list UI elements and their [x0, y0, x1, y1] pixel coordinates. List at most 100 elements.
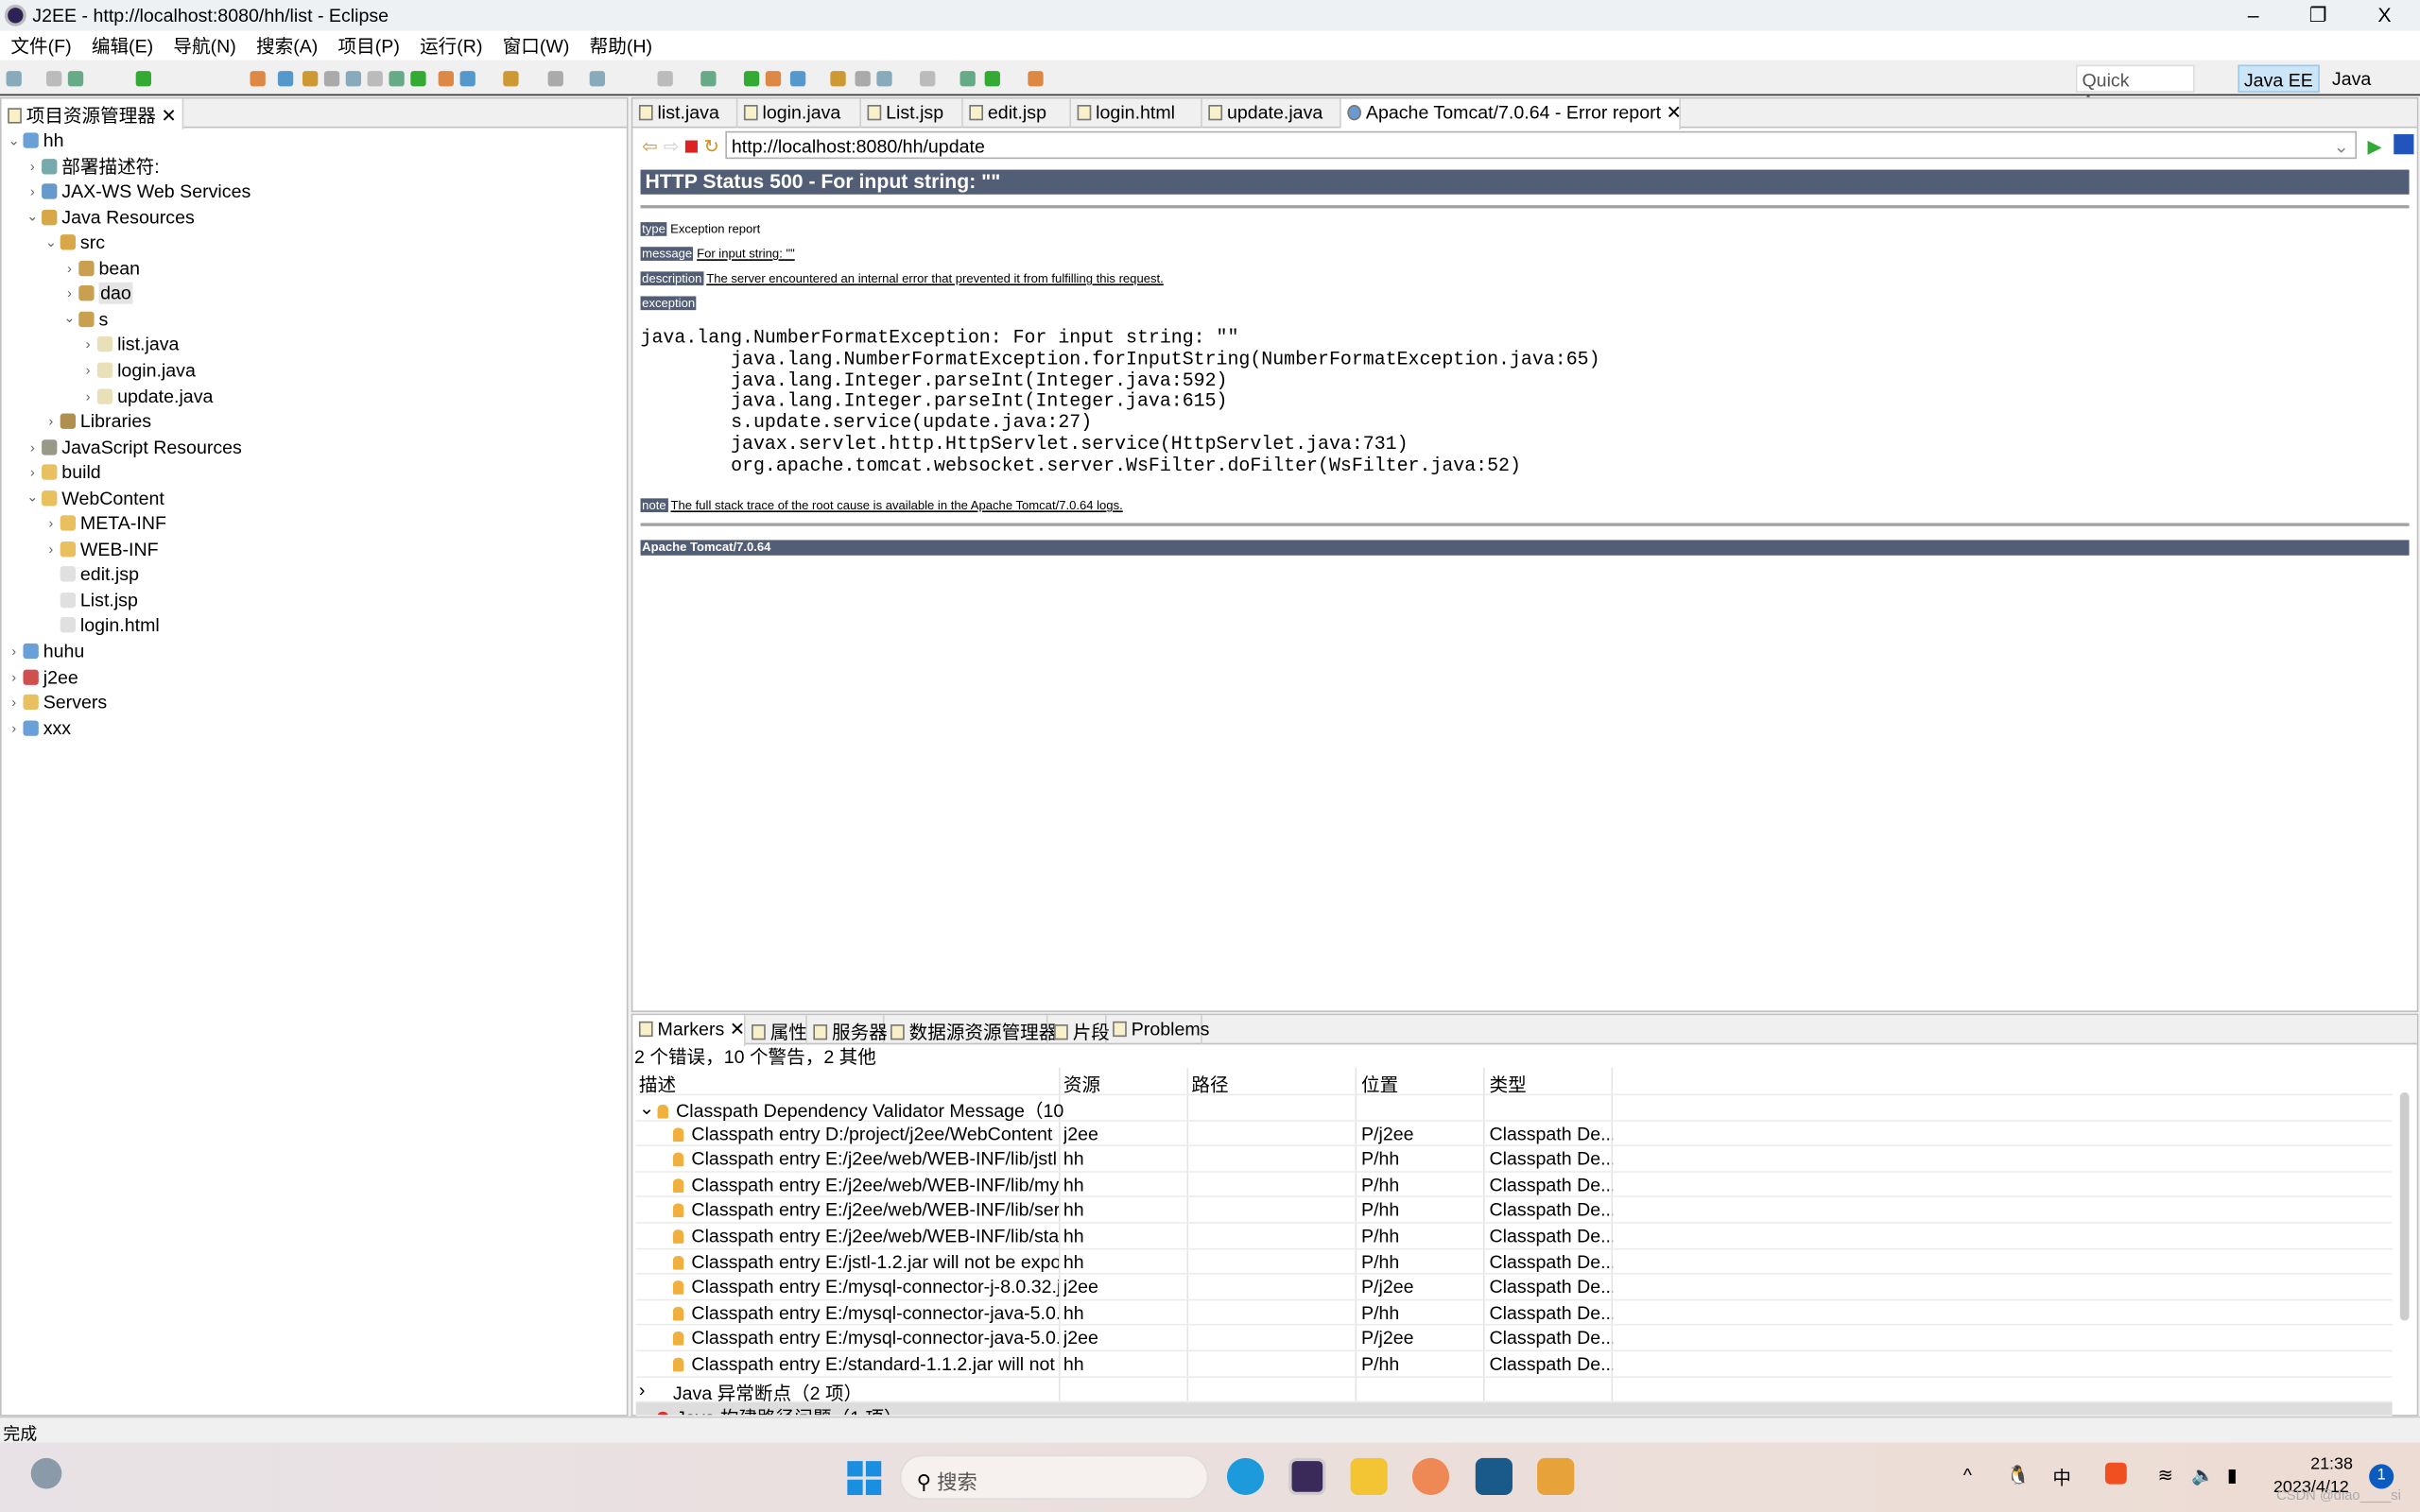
markers-tab[interactable]: 片段	[1048, 1015, 1110, 1045]
tree-item[interactable]: ⌄ src	[42, 231, 105, 255]
markers-tab[interactable]: Problems	[1107, 1015, 1209, 1045]
chevron-right-icon[interactable]: ›	[5, 644, 24, 659]
browser-icon[interactable]	[2394, 134, 2414, 155]
back-icon[interactable]: ⇦	[642, 136, 657, 158]
menu-item[interactable]: 运行(R)	[420, 32, 482, 59]
chevron-down-icon[interactable]: ⌄	[5, 132, 24, 149]
chevron-right-icon[interactable]: ›	[78, 337, 97, 352]
toolbar-icon[interactable]	[984, 71, 1000, 87]
toolbar-icon[interactable]	[389, 71, 405, 87]
markers-tab[interactable]: 数据源资源管理器	[885, 1015, 1057, 1045]
refresh-icon[interactable]: ↻	[703, 136, 718, 158]
tab-project-explorer[interactable]: 项目资源管理器 ✕	[1, 98, 184, 130]
toolbar-icon[interactable]	[135, 71, 151, 87]
toolbar-icon[interactable]	[589, 71, 605, 87]
quick-access-input[interactable]: Quick Access	[2075, 64, 2195, 112]
chevron-down-icon[interactable]: ⌄	[23, 209, 42, 226]
table-row[interactable]: Classpath entry E:/j2ee/web/WEB-INF/lib/…	[635, 1172, 2393, 1198]
table-row[interactable]: Classpath entry E:/j2ee/web/WEB-INF/lib/…	[635, 1146, 2393, 1173]
menu-item[interactable]: 窗口(W)	[503, 32, 570, 59]
tree-item[interactable]: login.html	[42, 613, 160, 638]
chevron-right-icon[interactable]: ›	[42, 414, 60, 429]
tree-item[interactable]: ⌄ WebContent	[23, 486, 164, 510]
table-row[interactable]: Classpath entry E:/standard-1.1.2.jar wi…	[635, 1351, 2393, 1378]
column-header[interactable]: 资源	[1063, 1071, 1100, 1097]
menu-item[interactable]: 帮助(H)	[590, 32, 652, 59]
toolbar-icon[interactable]	[765, 71, 782, 87]
sogou-icon[interactable]	[2104, 1462, 2127, 1485]
tree-item[interactable]: › 部署描述符:	[23, 154, 160, 179]
go-icon[interactable]: ▶	[2367, 136, 2381, 158]
chevron-right-icon[interactable]: ›	[60, 261, 79, 276]
volume-icon[interactable]: 🔈	[2191, 1464, 2214, 1486]
chevron-down-icon[interactable]: ⌄	[42, 234, 60, 251]
editor-tab[interactable]: Apache Tomcat/7.0.64 - Error report ✕	[1340, 98, 1682, 130]
toolbar-icon[interactable]	[830, 71, 846, 87]
chevron-right-icon[interactable]: ›	[639, 1379, 646, 1400]
chevron-right-icon[interactable]: ›	[78, 363, 97, 378]
toolbar-icon[interactable]	[876, 71, 892, 87]
toolbar-icon[interactable]	[503, 71, 519, 87]
menu-item[interactable]: 导航(N)	[173, 32, 235, 59]
toolbar-icon[interactable]	[367, 71, 383, 87]
chevron-right-icon[interactable]: ›	[23, 439, 42, 455]
chevron-right-icon[interactable]: ›	[78, 388, 97, 404]
toolbar-icon[interactable]	[410, 71, 426, 87]
perspective-java-ee[interactable]: Java EE	[2238, 64, 2320, 93]
table-row[interactable]: Classpath entry D:/project/j2ee/WebConte…	[635, 1121, 2393, 1147]
column-header[interactable]: 描述	[639, 1071, 676, 1097]
column-header[interactable]: 位置	[1361, 1071, 1398, 1097]
toolbar-icon[interactable]	[743, 71, 760, 87]
toolbar-icon[interactable]	[789, 71, 806, 87]
app-icon[interactable]	[1475, 1457, 1512, 1496]
url-input[interactable]: http://localhost:8080/hh/update ⌄	[725, 130, 2358, 160]
tree-item[interactable]: › bean	[60, 256, 140, 281]
edge-icon[interactable]	[1226, 1457, 1265, 1496]
chevron-right-icon[interactable]: ›	[5, 669, 24, 684]
menu-item[interactable]: 项目(P)	[338, 32, 400, 59]
chrome-icon[interactable]	[1411, 1457, 1450, 1496]
toolbar-icon[interactable]	[277, 71, 294, 87]
chevron-right-icon[interactable]: ›	[5, 695, 24, 710]
toolbar-icon[interactable]	[547, 71, 563, 87]
perspective-java[interactable]: Java	[2327, 65, 2376, 93]
scrollbar[interactable]	[2399, 1091, 2410, 1321]
tree-item[interactable]: › WEB-INF	[42, 537, 158, 561]
app-icon[interactable]	[1537, 1457, 1575, 1496]
tree-item[interactable]: › list.java	[78, 333, 180, 357]
group-row[interactable]: ⌄ Classpath Dependency Validator Message（…	[635, 1095, 2393, 1122]
table-row[interactable]: Classpath entry E:/mysql-connector-j-8.0…	[635, 1275, 2393, 1300]
tree-item[interactable]: › Servers	[5, 690, 107, 714]
menu-item[interactable]: 文件(F)	[10, 32, 71, 59]
tree-item[interactable]: › JavaScript Resources	[23, 435, 242, 459]
chevron-down-icon[interactable]: ⌄	[60, 311, 79, 328]
markers-tab[interactable]: Markers ✕	[632, 1015, 746, 1046]
table-row[interactable]: Classpath entry E:/jstl-1.2.jar will not…	[635, 1249, 2393, 1275]
tree-item[interactable]: › Libraries	[42, 409, 151, 434]
tree-item[interactable]: › huhu	[5, 639, 84, 663]
tree-item[interactable]: › login.java	[78, 358, 196, 383]
toolbar-icon[interactable]	[302, 71, 319, 87]
tree-item[interactable]: ⌄ Java Resources	[23, 205, 195, 230]
chevron-right-icon[interactable]: ›	[23, 183, 42, 198]
editor-tab[interactable]: login.html	[1071, 98, 1202, 129]
toolbar-icon[interactable]	[250, 71, 266, 87]
column-header[interactable]: 路径	[1191, 1071, 1228, 1097]
stop-icon[interactable]	[684, 140, 698, 153]
editor-tab[interactable]: list.java	[632, 98, 738, 129]
toolbar-icon[interactable]	[323, 71, 340, 87]
close-icon[interactable]: ✕	[724, 1019, 745, 1040]
column-header[interactable]: 类型	[1490, 1071, 1527, 1097]
tree-item[interactable]: › update.java	[78, 384, 214, 408]
chevron-down-icon[interactable]: ⌄	[639, 1097, 654, 1119]
chevron-down-icon[interactable]: ⌄	[639, 1404, 654, 1415]
tree-item[interactable]: › META-INF	[42, 511, 166, 536]
clock-time[interactable]: 21:38	[2310, 1455, 2353, 1474]
table-row[interactable]: Classpath entry E:/mysql-connector-java-…	[635, 1300, 2393, 1327]
table-row[interactable]: Classpath entry E:/mysql-connector-java-…	[635, 1326, 2393, 1352]
eclipse-taskbar-icon[interactable]	[1288, 1457, 1326, 1496]
close-icon[interactable]: ✕	[1661, 102, 1681, 124]
close-button[interactable]: X	[2354, 3, 2415, 26]
table-row[interactable]: Classpath entry E:/j2ee/web/WEB-INF/lib/…	[635, 1198, 2393, 1224]
chevron-down-icon[interactable]: ⌄	[23, 490, 42, 507]
